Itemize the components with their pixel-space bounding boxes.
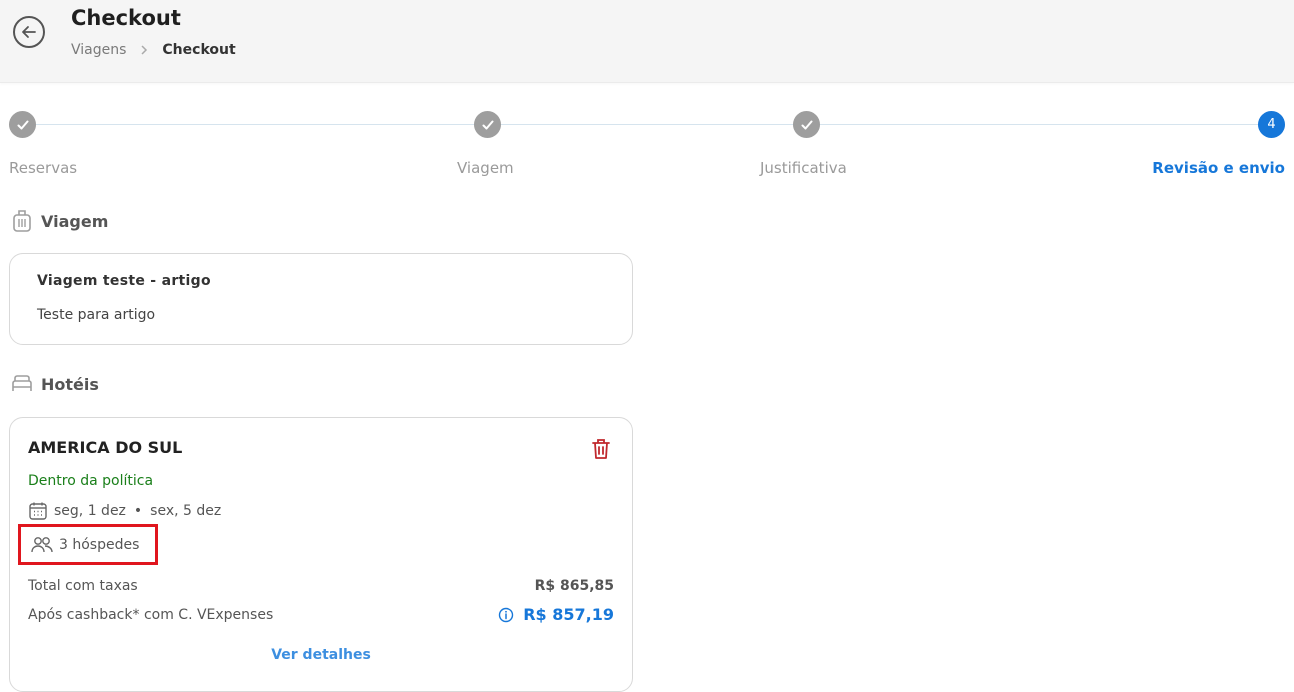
step-label-justificativa[interactable]: Justificativa [760,159,847,177]
total-price: R$ 865,85 [534,578,614,594]
trip-card: Viagem teste - artigo Teste para artigo [9,253,633,345]
page-header: Checkout Viagens Checkout [0,0,1294,83]
breadcrumb: Viagens Checkout [71,42,236,58]
chevron-right-icon [140,44,148,56]
date-separator: • [133,503,143,519]
view-details-link[interactable]: Ver detalhes [10,647,632,663]
step-label-revisao[interactable]: Revisão e envio [1152,159,1285,177]
stay-dates: seg, 1 dez • sex, 5 dez [28,501,221,521]
step-label-reservas[interactable]: Reservas [9,159,77,177]
guest-count: 3 hóspedes [59,536,140,553]
step-1-check-icon[interactable] [9,111,36,138]
step-2-check-icon[interactable] [474,111,501,138]
trip-section-title: Viagem [10,208,108,234]
step-connector [819,124,1258,125]
step-4-number[interactable]: 4 [1258,111,1285,138]
checkout-date: sex, 5 dez [150,503,222,519]
breadcrumb-viagens[interactable]: Viagens [71,42,126,58]
hotel-card: AMERICA DO SUL Dentro da política seg, 1… [9,417,633,692]
trash-icon [592,439,610,459]
step-connector [500,124,793,125]
hotel-name: AMERICA DO SUL [28,438,183,457]
hotels-section-label: Hotéis [41,374,99,394]
trip-section-label: Viagem [41,211,109,231]
total-row: Total com taxas R$ 865,85 [28,578,614,594]
info-icon[interactable] [498,607,514,623]
breadcrumb-checkout: Checkout [162,42,236,58]
policy-status: Dentro da política [28,473,154,489]
hotels-section-title: Hotéis [10,372,99,396]
checkin-date: seg, 1 dez [54,503,126,519]
page-title: Checkout [71,6,181,30]
users-icon [31,536,53,552]
trip-description: Teste para artigo [37,307,156,323]
arrow-left-icon [22,26,36,38]
luggage-icon [13,210,31,232]
step-3-check-icon[interactable] [793,111,820,138]
delete-hotel-button[interactable] [590,437,612,465]
total-label: Total com taxas [28,578,138,594]
cashback-row: Após cashback* com C. VExpenses R$ 857,1… [28,605,614,624]
cashback-label: Após cashback* com C. VExpenses [28,606,274,623]
guests-highlight: 3 hóspedes [18,524,158,565]
bed-icon [12,375,32,391]
step-label-viagem[interactable]: Viagem [457,159,514,177]
back-button[interactable] [13,16,45,48]
trip-name: Viagem teste - artigo [37,273,211,289]
cashback-price: R$ 857,19 [523,605,614,624]
step-connector [36,124,474,125]
calendar-icon [29,502,47,520]
